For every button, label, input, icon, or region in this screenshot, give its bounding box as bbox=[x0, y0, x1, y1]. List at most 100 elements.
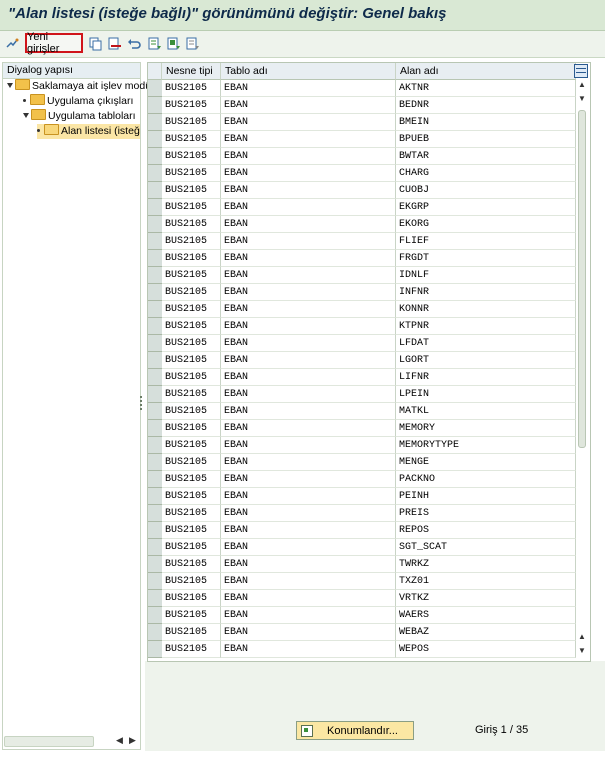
scroll-left-icon[interactable]: ◀ bbox=[116, 735, 123, 746]
row-selector[interactable] bbox=[148, 607, 163, 624]
cell-table-name[interactable]: EBAN bbox=[221, 267, 396, 284]
expand-icon[interactable] bbox=[7, 83, 13, 88]
cell-table-name[interactable]: EBAN bbox=[221, 386, 396, 403]
table-row[interactable]: BUS2105 EBAN FRGDT bbox=[148, 250, 578, 267]
cell-field-name[interactable]: VRTKZ bbox=[396, 590, 576, 607]
cell-field-name[interactable]: TXZ01 bbox=[396, 573, 576, 590]
cell-table-name[interactable]: EBAN bbox=[221, 318, 396, 335]
cell-object-type[interactable]: BUS2105 bbox=[162, 80, 221, 97]
table-row[interactable]: BUS2105 EBAN MENGE bbox=[148, 454, 578, 471]
row-selector[interactable] bbox=[148, 97, 163, 114]
cell-object-type[interactable]: BUS2105 bbox=[162, 488, 221, 505]
scroll-down-icon[interactable]: ▼ bbox=[578, 646, 586, 655]
tree-item-storage-function-modules[interactable]: Saklamaya ait işlev modü bbox=[7, 79, 151, 94]
cell-object-type[interactable]: BUS2105 bbox=[162, 97, 221, 114]
row-selector[interactable] bbox=[148, 403, 163, 420]
panel-splitter[interactable] bbox=[140, 394, 143, 418]
cell-field-name[interactable]: KONNR bbox=[396, 301, 576, 318]
table-row[interactable]: BUS2105 EBAN INFNR bbox=[148, 284, 578, 301]
table-row[interactable]: BUS2105 EBAN BWTAR bbox=[148, 148, 578, 165]
cell-table-name[interactable]: EBAN bbox=[221, 403, 396, 420]
table-row[interactable]: BUS2105 EBAN LFDAT bbox=[148, 335, 578, 352]
cell-field-name[interactable]: MEMORY bbox=[396, 420, 576, 437]
row-selector[interactable] bbox=[148, 573, 163, 590]
cell-object-type[interactable]: BUS2105 bbox=[162, 369, 221, 386]
cell-object-type[interactable]: BUS2105 bbox=[162, 539, 221, 556]
cell-field-name[interactable]: BEDNR bbox=[396, 97, 576, 114]
cell-object-type[interactable]: BUS2105 bbox=[162, 607, 221, 624]
cell-object-type[interactable]: BUS2105 bbox=[162, 403, 221, 420]
cell-table-name[interactable]: EBAN bbox=[221, 505, 396, 522]
row-selector[interactable] bbox=[148, 199, 163, 216]
cell-field-name[interactable]: EKGRP bbox=[396, 199, 576, 216]
cell-table-name[interactable]: EBAN bbox=[221, 80, 396, 97]
cell-object-type[interactable]: BUS2105 bbox=[162, 335, 221, 352]
cell-table-name[interactable]: EBAN bbox=[221, 522, 396, 539]
cell-object-type[interactable]: BUS2105 bbox=[162, 233, 221, 250]
table-row[interactable]: BUS2105 EBAN IDNLF bbox=[148, 267, 578, 284]
cell-field-name[interactable]: LIFNR bbox=[396, 369, 576, 386]
copy-icon[interactable] bbox=[87, 35, 105, 53]
scroll-right-icon[interactable]: ▶ bbox=[129, 735, 136, 746]
row-selector[interactable] bbox=[148, 624, 163, 641]
table-vertical-scrollbar[interactable]: ▲ ▼ ▲ ▼ bbox=[576, 80, 588, 658]
cell-table-name[interactable]: EBAN bbox=[221, 488, 396, 505]
cell-object-type[interactable]: BUS2105 bbox=[162, 471, 221, 488]
expand-icon[interactable] bbox=[23, 113, 29, 118]
table-row[interactable]: BUS2105 EBAN TWRKZ bbox=[148, 556, 578, 573]
cell-field-name[interactable]: KTPNR bbox=[396, 318, 576, 335]
cell-table-name[interactable]: EBAN bbox=[221, 641, 396, 658]
table-row[interactable]: BUS2105 EBAN PEINH bbox=[148, 488, 578, 505]
row-selector[interactable] bbox=[148, 488, 163, 505]
row-selector[interactable] bbox=[148, 131, 163, 148]
cell-field-name[interactable]: LPEIN bbox=[396, 386, 576, 403]
row-selector[interactable] bbox=[148, 267, 163, 284]
table-row[interactable]: BUS2105 EBAN TXZ01 bbox=[148, 573, 578, 590]
table-row[interactable]: BUS2105 EBAN MEMORYTYPE bbox=[148, 437, 578, 454]
cell-field-name[interactable]: BPUEB bbox=[396, 131, 576, 148]
column-header-table-name[interactable]: Tablo adı bbox=[221, 63, 396, 80]
cell-field-name[interactable]: TWRKZ bbox=[396, 556, 576, 573]
row-selector[interactable] bbox=[148, 301, 163, 318]
cell-table-name[interactable]: EBAN bbox=[221, 624, 396, 641]
row-selector[interactable] bbox=[148, 590, 163, 607]
table-row[interactable]: BUS2105 EBAN BEDNR bbox=[148, 97, 578, 114]
cell-table-name[interactable]: EBAN bbox=[221, 301, 396, 318]
table-row[interactable]: BUS2105 EBAN FLIEF bbox=[148, 233, 578, 250]
table-row[interactable]: BUS2105 EBAN MATKL bbox=[148, 403, 578, 420]
scrollbar-thumb[interactable] bbox=[578, 110, 586, 448]
row-selector[interactable] bbox=[148, 182, 163, 199]
table-row[interactable]: BUS2105 EBAN WEPOS bbox=[148, 641, 578, 658]
row-selector[interactable] bbox=[148, 148, 163, 165]
cell-field-name[interactable]: PACKNO bbox=[396, 471, 576, 488]
row-selector[interactable] bbox=[148, 165, 163, 182]
cell-field-name[interactable]: LFDAT bbox=[396, 335, 576, 352]
cell-table-name[interactable]: EBAN bbox=[221, 607, 396, 624]
table-row[interactable]: BUS2105 EBAN CUOBJ bbox=[148, 182, 578, 199]
row-selector[interactable] bbox=[148, 352, 163, 369]
cell-object-type[interactable]: BUS2105 bbox=[162, 420, 221, 437]
row-selector[interactable] bbox=[148, 250, 163, 267]
table-row[interactable]: BUS2105 EBAN MEMORY bbox=[148, 420, 578, 437]
cell-table-name[interactable]: EBAN bbox=[221, 471, 396, 488]
row-selector[interactable] bbox=[148, 80, 163, 97]
cell-table-name[interactable]: EBAN bbox=[221, 165, 396, 182]
row-selector[interactable] bbox=[148, 335, 163, 352]
cell-field-name[interactable]: INFNR bbox=[396, 284, 576, 301]
tree-item-field-list[interactable]: Alan listesi (isteğe bbox=[37, 124, 140, 139]
cell-table-name[interactable]: EBAN bbox=[221, 573, 396, 590]
cell-table-name[interactable]: EBAN bbox=[221, 131, 396, 148]
cell-field-name[interactable]: FLIEF bbox=[396, 233, 576, 250]
cell-table-name[interactable]: EBAN bbox=[221, 454, 396, 471]
cell-object-type[interactable]: BUS2105 bbox=[162, 624, 221, 641]
cell-table-name[interactable]: EBAN bbox=[221, 182, 396, 199]
cell-table-name[interactable]: EBAN bbox=[221, 369, 396, 386]
table-row[interactable]: BUS2105 EBAN AKTNR bbox=[148, 80, 578, 97]
cell-object-type[interactable]: BUS2105 bbox=[162, 131, 221, 148]
cell-object-type[interactable]: BUS2105 bbox=[162, 148, 221, 165]
cell-field-name[interactable]: MATKL bbox=[396, 403, 576, 420]
row-selector[interactable] bbox=[148, 420, 163, 437]
table-row[interactable]: BUS2105 EBAN KTPNR bbox=[148, 318, 578, 335]
table-row[interactable]: BUS2105 EBAN WEBAZ bbox=[148, 624, 578, 641]
table-row[interactable]: BUS2105 EBAN EKORG bbox=[148, 216, 578, 233]
